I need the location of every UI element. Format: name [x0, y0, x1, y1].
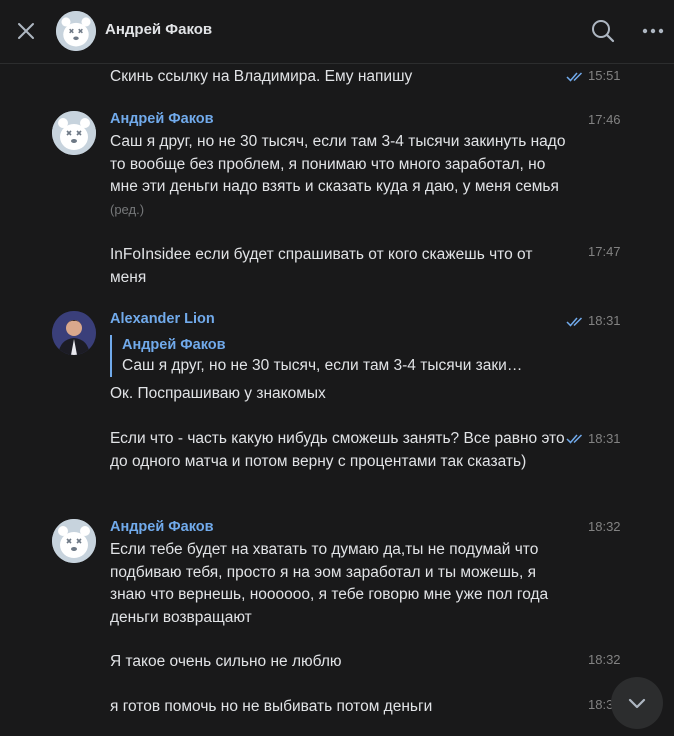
reply-text: Саш я друг, но не 30 тысяч, если там 3-4… [122, 357, 523, 374]
search-icon[interactable] [590, 18, 616, 44]
reply-author: Андрей Факов [122, 337, 226, 353]
message-time: 15:51 [588, 68, 621, 83]
message-text: Ок. Поспрашиваю у знакомых [110, 385, 326, 402]
read-checkmark-icon [566, 434, 583, 444]
avatar[interactable] [52, 519, 96, 563]
close-icon[interactable] [14, 19, 38, 43]
message-author[interactable]: Alexander Lion [110, 311, 215, 327]
message-time: 18:31 [588, 313, 621, 328]
message-feed: Скинь ссылку на Владимира. Ему напишу 15… [0, 64, 674, 736]
message-text: Если что - часть какую нибудь сможешь за… [110, 430, 565, 470]
avatar[interactable] [52, 111, 96, 155]
message-text: InFoInsidee если будет спрашивать от ког… [110, 246, 533, 286]
scroll-down-button[interactable] [611, 677, 663, 729]
message-time: 18:31 [588, 431, 621, 446]
avatar[interactable] [52, 311, 96, 355]
message-author[interactable]: Андрей Факов [110, 111, 214, 127]
message-text: Скинь ссылку на Владимира. Ему напишу [110, 68, 413, 85]
page-title[interactable]: Андрей Факов [105, 21, 212, 38]
message-text: Если тебе будет на хватать то думаю да,т… [110, 541, 549, 626]
message-time: 18:3 [588, 697, 614, 712]
avatar[interactable] [56, 11, 96, 51]
message-time: 18:32 [588, 652, 621, 667]
message-time: 17:47 [588, 244, 621, 259]
read-checkmark-icon [566, 72, 583, 82]
message-text: Саш я друг, но не 30 тысяч, если там 3-4… [110, 131, 570, 221]
more-icon[interactable] [640, 18, 666, 44]
chat-header: Андрей Факов [0, 0, 674, 64]
edited-label: (ред.) [110, 201, 145, 217]
message-author[interactable]: Андрей Факов [110, 519, 214, 535]
chevron-down-icon [628, 698, 646, 709]
read-checkmark-icon [566, 317, 583, 327]
message-time: 17:46 [588, 112, 621, 127]
message-text: Я такое очень сильно не люблю [110, 653, 342, 670]
reply-quote[interactable]: Андрей Факов Саш я друг, но не 30 тысяч,… [110, 335, 550, 377]
message-time: 18:32 [588, 519, 621, 534]
message-text: я готов помочь но не выбивать потом день… [110, 698, 433, 715]
message-text-body: Саш я друг, но не 30 тысяч, если там 3-4… [110, 133, 566, 195]
